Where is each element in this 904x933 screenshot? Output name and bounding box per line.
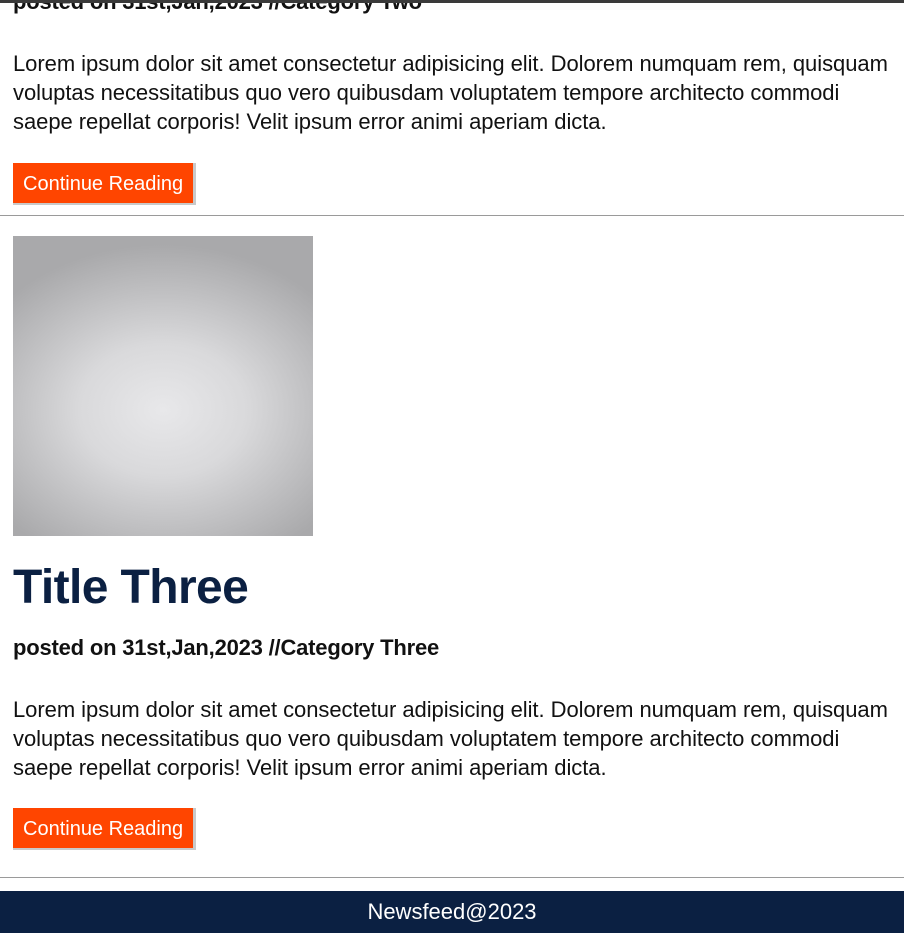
- newsfeed-page: posted on 31st,Jan,2023 //Category Two L…: [0, 0, 904, 933]
- post-divider: [0, 215, 904, 216]
- post-divider: [0, 877, 904, 878]
- post-title-three: Title Three posted on 31st,Jan,2023 //Ca…: [0, 236, 904, 850]
- post-excerpt: Lorem ipsum dolor sit amet consectetur a…: [13, 51, 888, 134]
- post-category-two: posted on 31st,Jan,2023 //Category Two L…: [0, 0, 904, 205]
- post-excerpt: Lorem ipsum dolor sit amet consectetur a…: [13, 697, 888, 780]
- post-thumbnail-image: [13, 236, 313, 536]
- page-footer: Newsfeed@2023: [0, 891, 904, 933]
- scroll-edge-strip: [0, 0, 904, 3]
- continue-reading-button[interactable]: Continue Reading: [13, 163, 197, 205]
- post-title[interactable]: Title Three: [13, 560, 891, 616]
- footer-copyright: Newsfeed@2023: [367, 899, 537, 924]
- continue-reading-button[interactable]: Continue Reading: [13, 808, 197, 850]
- post-meta: posted on 31st,Jan,2023 //Category Three: [13, 635, 440, 660]
